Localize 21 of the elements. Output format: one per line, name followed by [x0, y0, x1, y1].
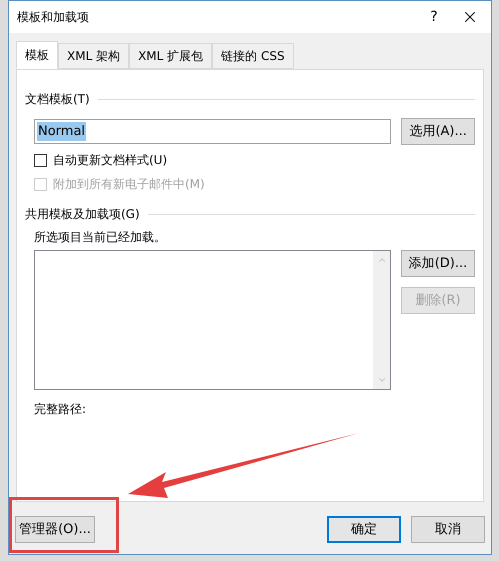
dialog-button[interactable]: 管理器(O)... [15, 516, 95, 543]
tab[interactable]: 链接的 CSS [212, 43, 294, 69]
template-field[interactable]: Normal [34, 119, 392, 144]
tab[interactable]: 模板 [16, 41, 58, 69]
checkbox-label: 自动更新文档样式(U) [53, 152, 168, 169]
tab[interactable]: XML 架构 [58, 43, 130, 69]
path-label: 完整路径: [34, 402, 86, 416]
list-box[interactable] [34, 250, 391, 390]
section-heading: 共用模板及加载项(G) [25, 206, 140, 223]
window-title: 模板和加载项 [17, 9, 90, 26]
tab[interactable]: XML 扩展包 [129, 43, 212, 69]
dialog-button[interactable]: 选用(A)... [401, 118, 475, 145]
status-text: 所选项目当前已经加载。 [34, 230, 166, 244]
dialog-button[interactable]: 取消 [411, 516, 485, 543]
checkbox-label: 附加到所有新电子邮件中(M) [53, 176, 205, 193]
dialog-button[interactable]: 确定 [327, 516, 401, 543]
checkbox[interactable] [34, 154, 47, 166]
scrollbar[interactable] [373, 251, 390, 389]
section-heading: 文档模板(T) [25, 91, 90, 108]
dialog-button[interactable]: 添加(D)... [401, 250, 475, 277]
help-button[interactable]: ? [419, 6, 449, 28]
